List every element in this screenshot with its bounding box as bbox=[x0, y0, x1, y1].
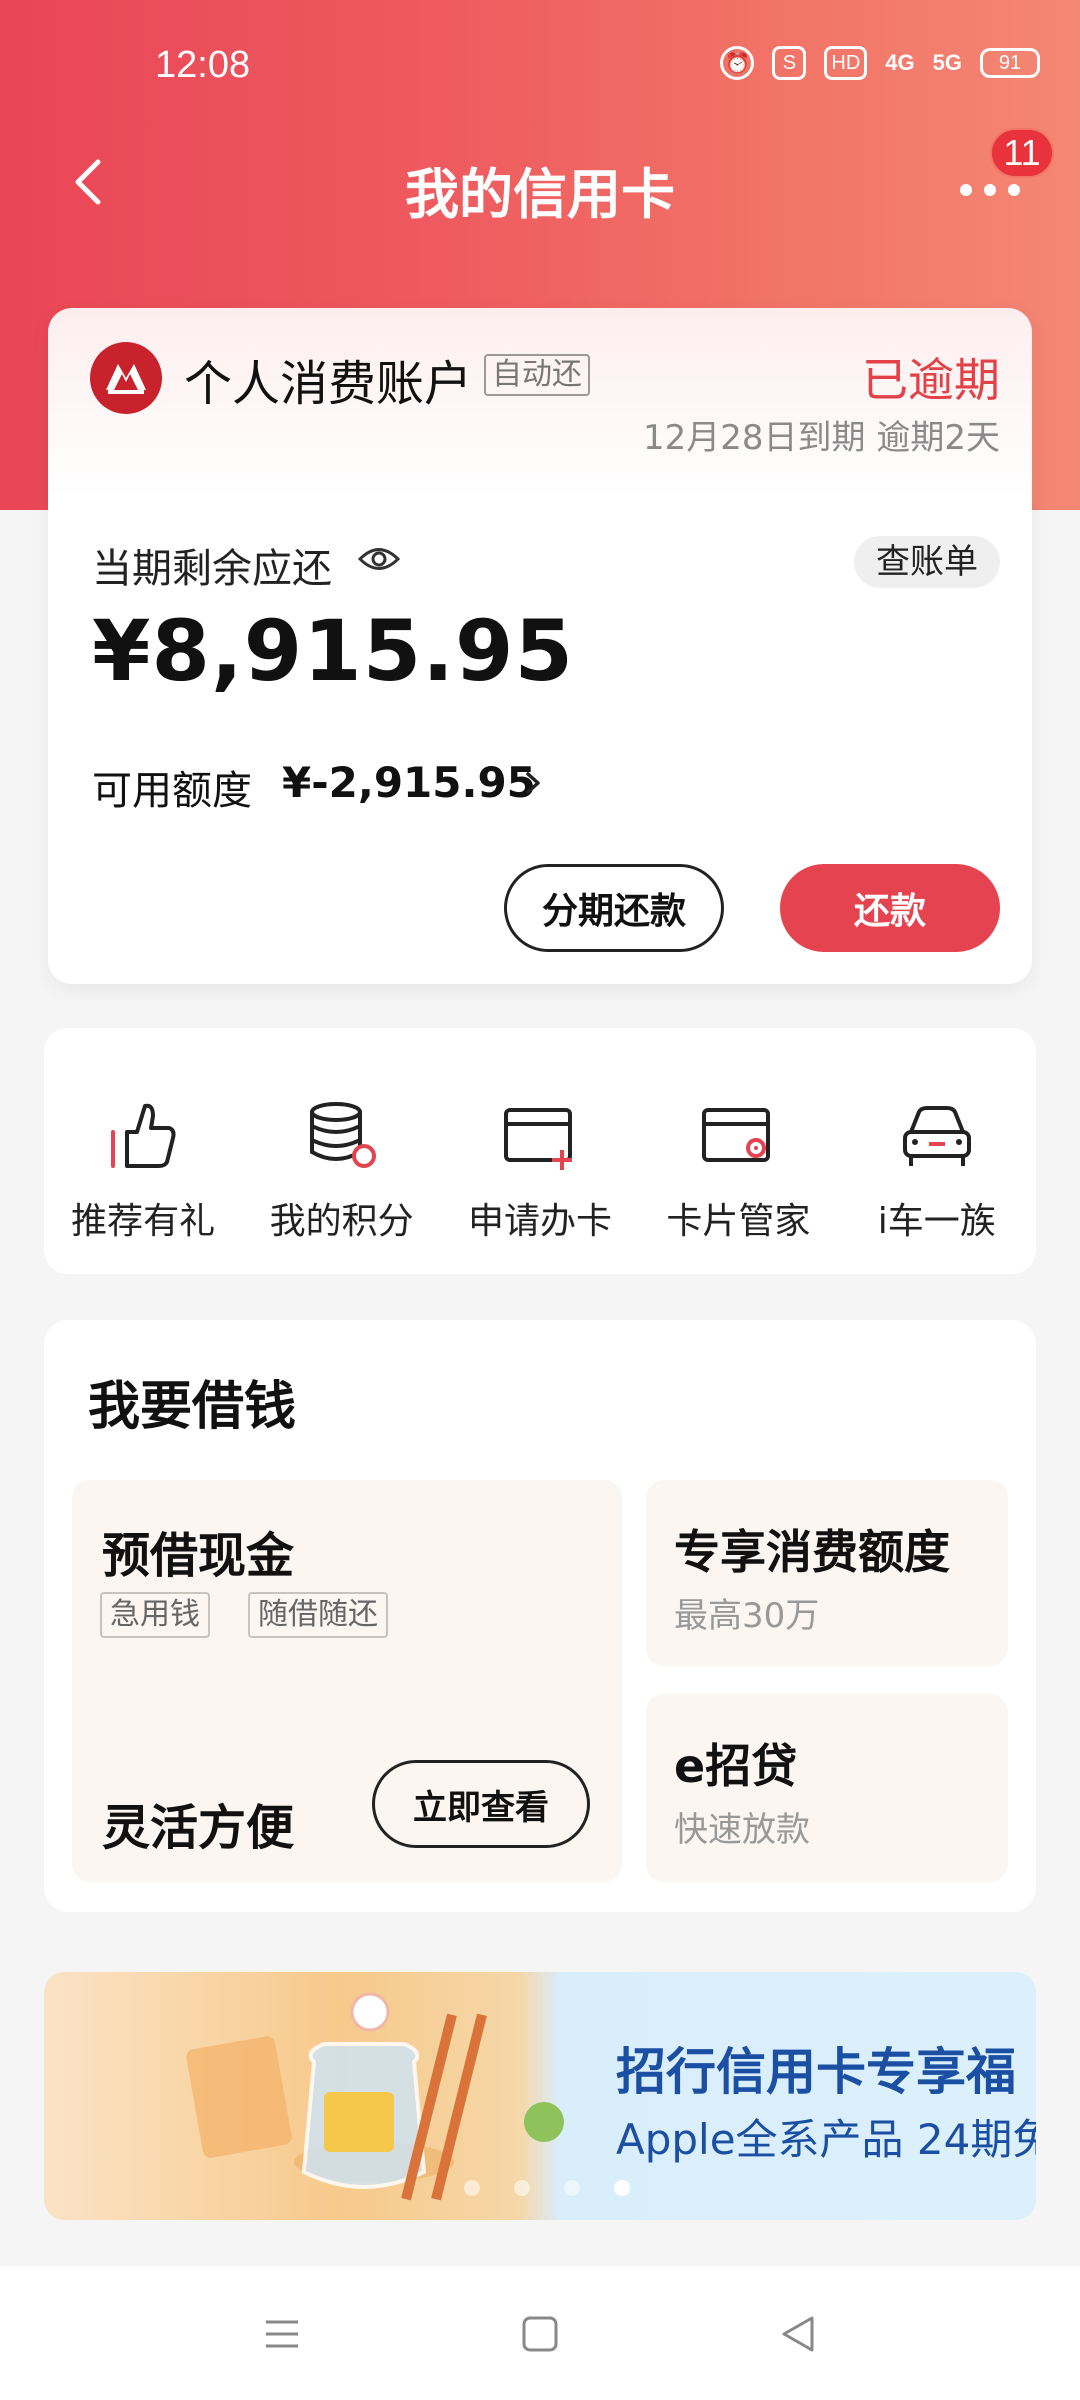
status-icons: ⏰ S HD 4G 5G 91 bbox=[720, 46, 1040, 80]
credit-label: 可用额度 bbox=[92, 768, 252, 814]
quick-actions: 推荐有礼 我的积分 申请办卡 卡片管家 i车一族 bbox=[44, 1028, 1036, 1274]
coins-stack-icon bbox=[309, 1102, 376, 1168]
bank-logo bbox=[90, 342, 162, 414]
shield-icon: S bbox=[772, 46, 807, 80]
top-nav: 我的信用卡 11 bbox=[0, 128, 1080, 240]
quick-action-label: 申请办卡 bbox=[467, 1201, 612, 1242]
alarm-icon: ⏰ bbox=[720, 46, 755, 80]
amount-due: ¥8,915.95 bbox=[92, 602, 574, 700]
banner-subtitle: Apple全系产品 24期免 bbox=[616, 2115, 1036, 2164]
quick-action-apply-card[interactable]: 申请办卡 bbox=[445, 1096, 635, 1274]
e-loan-card[interactable]: e招贷 快速放款 bbox=[646, 1694, 1008, 1882]
cash-advance-title: 预借现金 bbox=[102, 1528, 295, 1584]
eye-icon[interactable] bbox=[358, 544, 400, 574]
network-4g-icon: 4G bbox=[885, 50, 915, 75]
exclusive-credit-card[interactable]: 专享消费额度 最高30万 bbox=[646, 1480, 1008, 1666]
hd-icon: HD bbox=[824, 46, 868, 80]
quick-action-label: 我的积分 bbox=[269, 1201, 414, 1242]
exclusive-credit-sub: 最高30万 bbox=[674, 1596, 820, 1636]
pay-button[interactable]: 还款 bbox=[780, 864, 1000, 952]
menu-icon[interactable] bbox=[262, 2314, 302, 2354]
carousel-dot bbox=[564, 2180, 580, 2196]
quick-action-label: 推荐有礼 bbox=[71, 1201, 216, 1242]
network-5g-icon: 5G bbox=[932, 50, 962, 75]
carousel-dot bbox=[514, 2180, 530, 2196]
account-name: 个人消费账户 bbox=[184, 356, 473, 412]
exclusive-credit-title: 专享消费额度 bbox=[674, 1525, 950, 1579]
thumbs-up-icon bbox=[111, 1103, 176, 1168]
overdue-status: 已逾期 bbox=[862, 353, 1000, 407]
borrow-section: 我要借钱 预借现金 急用钱 随借随还 灵活方便 立即查看 专享消费额度 最高30… bbox=[44, 1320, 1036, 1912]
car-icon bbox=[902, 1106, 971, 1166]
battery-icon: 91 bbox=[980, 48, 1040, 78]
cash-advance-slogan: 灵活方便 bbox=[102, 1800, 295, 1856]
account-card: 个人消费账户 自动还 已逾期 12月28日到期 逾期2天 当期剩余应还 查账单 … bbox=[48, 308, 1032, 984]
tag-flexible: 随借随还 bbox=[248, 1592, 388, 1638]
quick-action-points[interactable]: 我的积分 bbox=[247, 1096, 437, 1274]
e-loan-sub: 快速放款 bbox=[674, 1810, 810, 1850]
quick-action-label: i车一族 bbox=[877, 1201, 996, 1242]
view-bill-button[interactable]: 查账单 bbox=[854, 536, 1000, 588]
quick-action-card-manager[interactable]: 卡片管家 bbox=[643, 1096, 833, 1274]
installment-button[interactable]: 分期还款 bbox=[504, 864, 724, 952]
status-time: 12:08 bbox=[155, 44, 251, 86]
quick-action-car[interactable]: i车一族 bbox=[842, 1096, 1032, 1274]
status-bar: 12:08 ⏰ S HD 4G 5G 91 bbox=[0, 0, 1080, 130]
cash-advance-card[interactable]: 预借现金 急用钱 随借随还 灵活方便 立即查看 bbox=[72, 1480, 622, 1882]
page-title: 我的信用卡 bbox=[405, 163, 675, 226]
quick-action-label: 卡片管家 bbox=[666, 1201, 811, 1242]
home-icon[interactable] bbox=[520, 2314, 560, 2354]
carousel-indicator bbox=[464, 2180, 630, 2196]
system-nav-bar bbox=[0, 2266, 1080, 2400]
carousel-dot bbox=[464, 2180, 480, 2196]
tag-urgent: 急用钱 bbox=[100, 1592, 210, 1638]
notification-badge: 11 bbox=[990, 128, 1054, 178]
quick-action-referral[interactable]: 推荐有礼 bbox=[48, 1096, 238, 1274]
section-title: 我要借钱 bbox=[88, 1377, 297, 1437]
carousel-dot-active bbox=[614, 2180, 630, 2196]
back-nav-icon[interactable] bbox=[778, 2314, 818, 2354]
credit-value[interactable]: ¥-2,915.95 bbox=[282, 758, 536, 807]
card-add-icon bbox=[503, 1108, 572, 1170]
card-settings-icon bbox=[702, 1108, 771, 1162]
view-now-button[interactable]: 立即查看 bbox=[372, 1760, 590, 1848]
remaining-label: 当期剩余应还 bbox=[92, 546, 332, 592]
e-loan-title: e招贷 bbox=[674, 1739, 798, 1793]
promo-banner[interactable]: 招行信用卡专享福 Apple全系产品 24期免 bbox=[44, 1972, 1036, 2220]
banner-title: 招行信用卡专享福 bbox=[616, 2043, 1016, 2101]
auto-repay-tag: 自动还 bbox=[484, 354, 590, 396]
due-date-text: 12月28日到期 逾期2天 bbox=[643, 418, 1000, 458]
chevron-right-icon[interactable] bbox=[522, 766, 546, 800]
